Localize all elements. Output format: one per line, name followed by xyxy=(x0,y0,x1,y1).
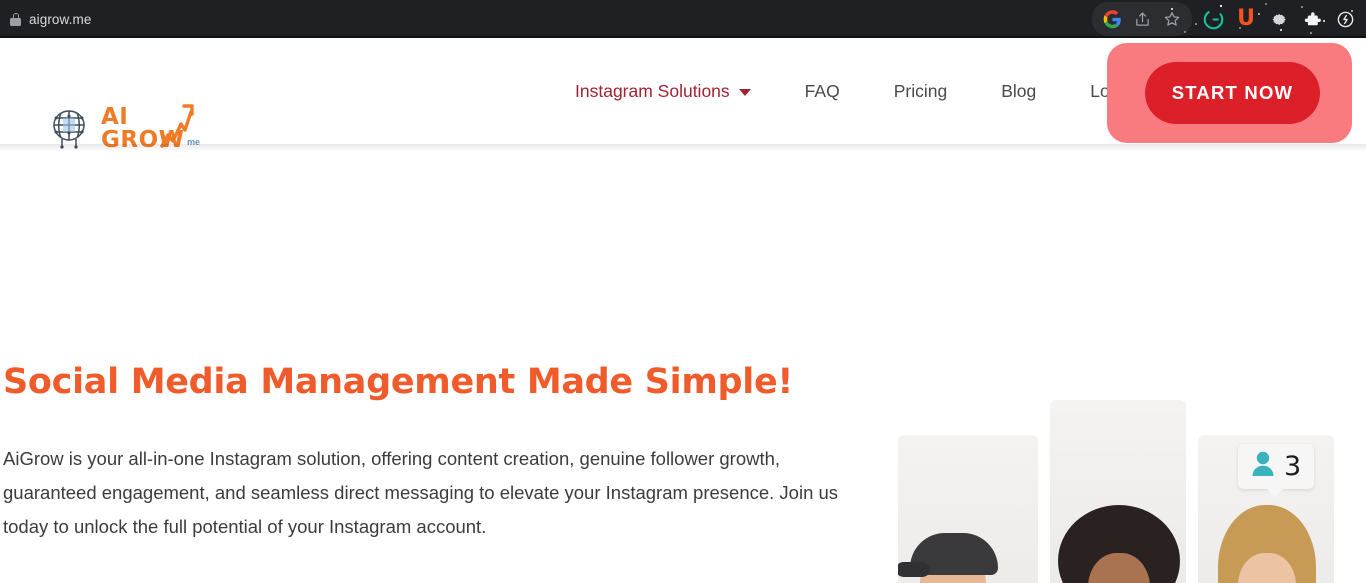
grammarly-extension-icon[interactable] xyxy=(1198,4,1228,34)
nav-item-faq[interactable]: FAQ xyxy=(778,81,867,102)
google-account-icon[interactable] xyxy=(1098,5,1126,33)
hero-section: Social Media Management Made Simple! AiG… xyxy=(0,152,1366,583)
start-now-button[interactable]: START NOW xyxy=(1145,62,1320,124)
person-icon xyxy=(1251,451,1275,482)
browser-toolbar: aigrow.me U xyxy=(0,0,1366,38)
hero-collage: 9 25 3 xyxy=(898,400,1366,583)
nav-item-blog[interactable]: Blog xyxy=(974,81,1063,102)
nav-label: Instagram Solutions xyxy=(575,80,730,101)
puzzle-extensions-icon[interactable] xyxy=(1297,4,1327,34)
lock-icon xyxy=(10,12,21,26)
header-divider xyxy=(0,144,1366,152)
address-bar[interactable]: aigrow.me xyxy=(0,12,91,27)
gear-extension-icon[interactable] xyxy=(1264,4,1294,34)
nav-item-instagram-solutions[interactable]: Instagram Solutions xyxy=(575,81,778,102)
follower-badge: 3 xyxy=(1238,444,1315,498)
hero-description: AiGrow is your all-in-one Instagram solu… xyxy=(3,448,839,537)
nav-item-pricing[interactable]: Pricing xyxy=(867,81,975,102)
bookmark-star-icon[interactable] xyxy=(1158,5,1186,33)
collage-photo-left xyxy=(898,435,1038,583)
follower-count: 3 xyxy=(1284,451,1302,482)
main-navigation: Instagram Solutions FAQ Pricing Blog Log… xyxy=(575,38,1160,144)
extension-icons: U xyxy=(1198,4,1366,34)
share-icon[interactable] xyxy=(1128,5,1156,33)
url-text: aigrow.me xyxy=(29,11,92,27)
browser-action-pill xyxy=(1092,2,1192,36)
chevron-down-icon xyxy=(738,88,751,96)
page-root: aigrow.me U AI GROW me Instagram Solutio… xyxy=(0,0,1366,583)
ublock-extension-icon[interactable]: U xyxy=(1231,4,1261,34)
collage-photo-middle xyxy=(1050,400,1186,583)
refresh-extension-icon[interactable] xyxy=(1330,4,1360,34)
browser-actions: U xyxy=(1092,0,1366,38)
page-title: Social Media Management Made Simple! xyxy=(3,362,794,402)
